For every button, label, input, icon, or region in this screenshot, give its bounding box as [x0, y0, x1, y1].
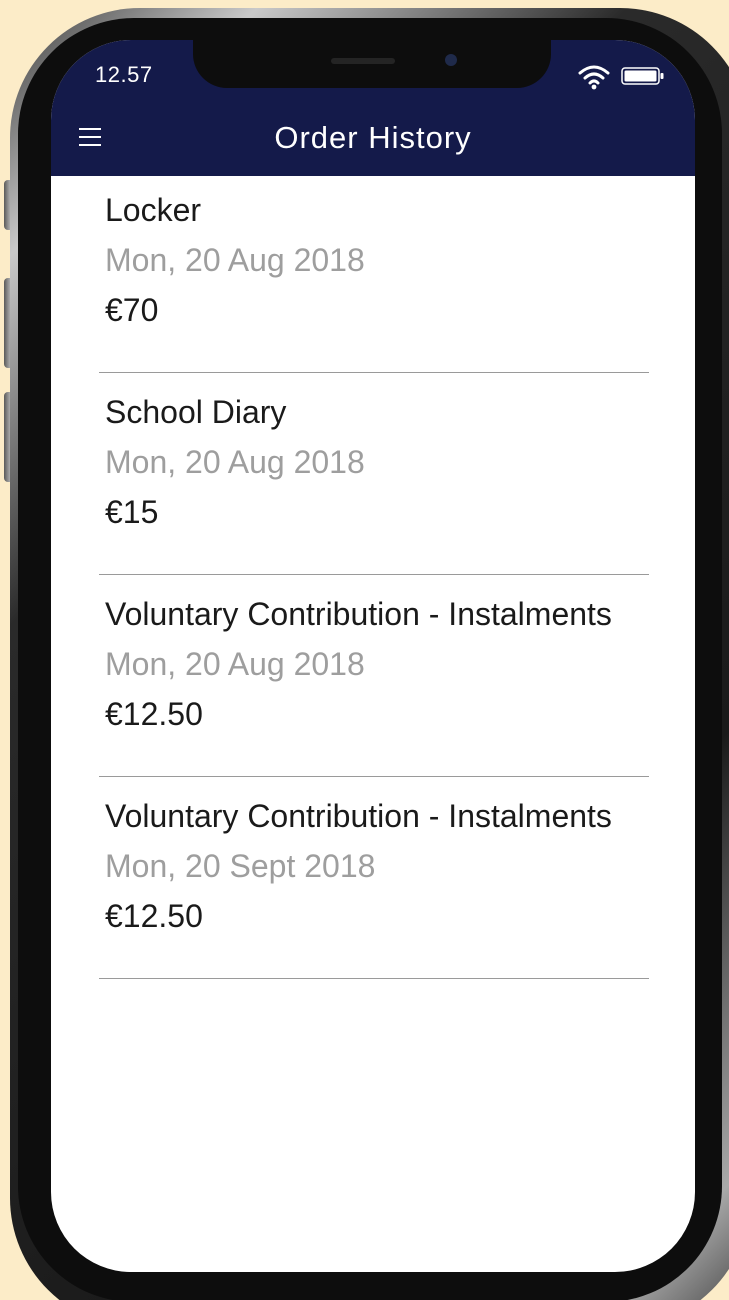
order-item-date: Mon, 20 Aug 2018: [105, 242, 365, 278]
order-item-price: €70: [105, 292, 159, 328]
speaker-grille: [331, 58, 395, 64]
battery-icon: [621, 67, 664, 85]
order-item[interactable]: Voluntary Contribution - Instalments Mon…: [99, 574, 649, 777]
order-item[interactable]: Locker Mon, 20 Aug 2018 €70: [99, 170, 649, 373]
phone-screen: 12.57 Order History Locker Mon, 20 Aug 2…: [51, 40, 695, 1272]
order-item-price: €12.50: [105, 696, 203, 732]
order-item-name: School Diary: [105, 394, 287, 430]
order-item-name: Locker: [105, 192, 202, 228]
order-item[interactable]: School Diary Mon, 20 Aug 2018 €15: [99, 372, 649, 575]
navigation-bar: 12.57 Order History: [51, 40, 695, 176]
stage: 12.57 Order History Locker Mon, 20 Aug 2…: [0, 0, 729, 1300]
wifi-icon: [578, 65, 610, 90]
order-item-date: Mon, 20 Aug 2018: [105, 444, 365, 480]
order-item-date: Mon, 20 Aug 2018: [105, 646, 365, 682]
order-item[interactable]: Voluntary Contribution - Instalments Mon…: [99, 776, 649, 979]
front-camera: [445, 54, 457, 66]
order-item-name: Voluntary Contribution - Instalments: [105, 798, 612, 834]
order-item-price: €15: [105, 494, 159, 530]
order-item-date: Mon, 20 Sept 2018: [105, 848, 376, 884]
notch: [193, 40, 551, 88]
order-item-price: €12.50: [105, 898, 203, 934]
order-item-name: Voluntary Contribution - Instalments: [105, 596, 612, 632]
status-time: 12.57: [95, 62, 153, 87]
page-title: Order History: [274, 120, 472, 155]
